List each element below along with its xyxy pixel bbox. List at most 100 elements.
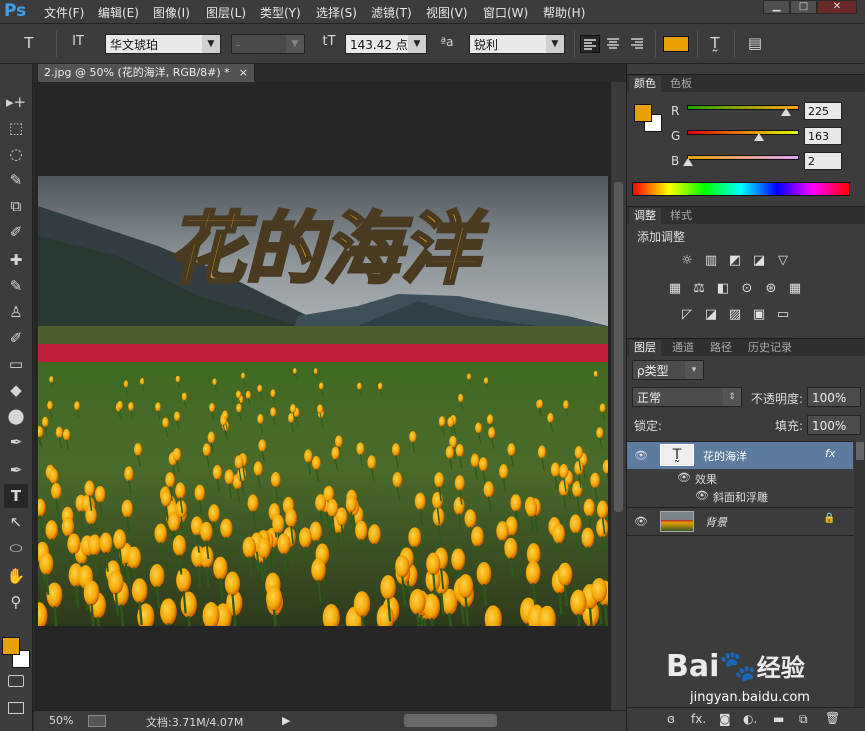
healing-brush-tool-icon[interactable]: ✚ bbox=[4, 248, 28, 272]
menu-view[interactable]: 视图(V) bbox=[426, 4, 468, 21]
new-group-icon[interactable]: ▬ bbox=[773, 712, 784, 726]
marquee-tool-icon[interactable]: ⬚ bbox=[4, 116, 28, 140]
color-spectrum-bar[interactable] bbox=[632, 182, 850, 196]
eyedropper-tool-icon[interactable]: ✐ bbox=[4, 220, 28, 244]
menu-select[interactable]: 选择(S) bbox=[316, 4, 357, 21]
antialias-select[interactable]: 锐利 ▼ bbox=[469, 34, 565, 54]
tab-styles[interactable]: 样式 bbox=[665, 208, 697, 225]
channel-b-input[interactable]: 2 bbox=[804, 152, 842, 170]
gradient-tool-icon[interactable]: ◆ bbox=[4, 378, 28, 402]
layer-bevel-row[interactable]: 👁 斜面和浮雕 bbox=[627, 487, 853, 505]
warp-text-icon[interactable]: T̰ bbox=[704, 34, 726, 52]
path-select-tool-icon[interactable]: ↖ bbox=[4, 510, 28, 534]
crop-tool-icon[interactable]: ⧉ bbox=[4, 194, 28, 218]
layers-scrollbar[interactable] bbox=[854, 442, 865, 707]
tab-paths[interactable]: 路径 bbox=[705, 340, 737, 357]
color-balance-adjustment-icon[interactable]: ⚖ bbox=[691, 282, 707, 296]
ellipse-tool-icon[interactable]: ⬭ bbox=[4, 536, 28, 560]
slider-handle[interactable] bbox=[683, 158, 694, 166]
tab-color[interactable]: 颜色 bbox=[629, 76, 661, 93]
fx-badge[interactable]: fx bbox=[825, 447, 835, 460]
menu-help[interactable]: 帮助(H) bbox=[543, 4, 585, 21]
document-tab[interactable]: 2.jpg @ 50% (花的海洋, RGB/8#) * × bbox=[37, 63, 255, 82]
horizontal-scrollbar-thumb[interactable] bbox=[404, 714, 497, 727]
font-style-select[interactable]: - ▼ bbox=[231, 34, 305, 54]
tab-swatches[interactable]: 色板 bbox=[665, 76, 697, 93]
selective-color-adjustment-icon[interactable]: ▭ bbox=[775, 308, 791, 322]
dodge-tool-icon[interactable]: ✒ bbox=[4, 430, 28, 454]
layer-filter-select[interactable]: ρ类型 ▾ bbox=[632, 360, 704, 380]
align-right-button[interactable] bbox=[628, 35, 648, 53]
visibility-eye-icon[interactable]: 👁 bbox=[695, 489, 709, 502]
lasso-tool-icon[interactable]: ◌ bbox=[4, 142, 28, 166]
eraser-tool-icon[interactable]: ▭ bbox=[4, 352, 28, 376]
link-layers-icon[interactable]: ɞ bbox=[667, 712, 675, 726]
text-orientation-icon[interactable]: IT bbox=[64, 34, 92, 49]
channel-g-input[interactable]: 163 bbox=[804, 127, 842, 145]
fill-input[interactable]: 100% bbox=[807, 415, 861, 435]
invert-adjustment-icon[interactable]: ◸ bbox=[679, 308, 695, 322]
channel-mixer-adjustment-icon[interactable]: ⊛ bbox=[763, 282, 779, 296]
status-icon[interactable] bbox=[88, 715, 106, 727]
exposure-adjustment-icon[interactable]: ◪ bbox=[751, 254, 767, 268]
minimize-button[interactable]: ▁ bbox=[763, 0, 790, 14]
quick-select-tool-icon[interactable]: ✎ bbox=[4, 168, 28, 192]
tab-layers[interactable]: 图层 bbox=[629, 340, 661, 357]
visibility-eye-icon[interactable]: 👁 bbox=[634, 515, 648, 528]
menu-edit[interactable]: 编辑(E) bbox=[98, 4, 139, 21]
quick-mask-icon[interactable] bbox=[8, 675, 24, 687]
visibility-eye-icon[interactable]: 👁 bbox=[634, 449, 648, 462]
layer-row-text[interactable]: 👁 T̰ 花的海洋 fx bbox=[627, 442, 853, 469]
threshold-adjustment-icon[interactable]: ▨ bbox=[727, 308, 743, 322]
menu-filter[interactable]: 滤镜(T) bbox=[371, 4, 412, 21]
channel-g-slider[interactable] bbox=[687, 130, 799, 135]
clone-stamp-tool-icon[interactable]: ♙ bbox=[4, 300, 28, 324]
history-brush-tool-icon[interactable]: ✐ bbox=[4, 326, 28, 350]
blur-tool-icon[interactable]: ⬤ bbox=[4, 404, 28, 428]
delete-layer-icon[interactable]: 🗑 bbox=[825, 711, 840, 725]
text-color-swatch[interactable] bbox=[663, 36, 689, 52]
channel-b-slider[interactable] bbox=[687, 155, 799, 160]
zoom-tool-icon[interactable]: ⚲ bbox=[4, 590, 28, 614]
tab-history[interactable]: 历史记录 bbox=[743, 340, 797, 357]
zoom-level[interactable]: 50% bbox=[49, 714, 73, 727]
move-tool-icon[interactable]: ▸+ bbox=[4, 90, 28, 114]
menu-layer[interactable]: 图层(L) bbox=[206, 4, 246, 21]
slider-handle[interactable] bbox=[753, 133, 764, 141]
align-left-button[interactable] bbox=[580, 35, 600, 53]
brush-tool-icon[interactable]: ✎ bbox=[4, 274, 28, 298]
add-mask-icon[interactable]: ◙ bbox=[719, 712, 731, 726]
panel-foreground-swatch[interactable] bbox=[634, 104, 652, 122]
menu-image[interactable]: 图像(I) bbox=[153, 4, 190, 21]
slider-handle[interactable] bbox=[780, 108, 791, 116]
close-icon[interactable]: × bbox=[239, 64, 248, 82]
align-center-button[interactable] bbox=[604, 35, 624, 53]
menu-file[interactable]: 文件(F) bbox=[44, 4, 84, 21]
status-menu-arrow[interactable]: ▶ bbox=[282, 714, 290, 727]
blend-mode-select[interactable]: 正常 ⇕ bbox=[632, 387, 742, 407]
tab-channels[interactable]: 通道 bbox=[667, 340, 699, 357]
curves-adjustment-icon[interactable]: ◩ bbox=[727, 254, 743, 268]
posterize-adjustment-icon[interactable]: ◪ bbox=[703, 308, 719, 322]
close-button[interactable]: ✕ bbox=[817, 0, 857, 14]
menu-window[interactable]: 窗口(W) bbox=[483, 4, 528, 21]
photo-filter-adjustment-icon[interactable]: ⊙ bbox=[739, 282, 755, 296]
font-size-select[interactable]: 143.42 点 ▼ bbox=[345, 34, 427, 54]
hue-sat-adjustment-icon[interactable]: ▦ bbox=[667, 282, 683, 296]
tab-adjustments[interactable]: 调整 bbox=[629, 208, 661, 225]
black-white-adjustment-icon[interactable]: ◧ bbox=[715, 282, 731, 296]
gradient-map-adjustment-icon[interactable]: ▣ bbox=[751, 308, 767, 322]
channel-r-input[interactable]: 225 bbox=[804, 102, 842, 120]
font-family-select[interactable]: 华文琥珀 ▼ bbox=[105, 34, 221, 54]
vibrance-adjustment-icon[interactable]: ▽ bbox=[775, 254, 791, 268]
visibility-eye-icon[interactable]: 👁 bbox=[677, 471, 691, 484]
brightness-adjustment-icon[interactable]: ☼ bbox=[679, 254, 695, 268]
levels-adjustment-icon[interactable]: ▥ bbox=[703, 254, 719, 268]
maximize-button[interactable]: □ bbox=[790, 0, 817, 14]
vertical-scrollbar[interactable] bbox=[610, 82, 626, 710]
hand-tool-icon[interactable]: ✋ bbox=[4, 564, 28, 588]
add-style-icon[interactable]: fx. bbox=[691, 712, 706, 726]
screen-mode-icon[interactable] bbox=[8, 702, 24, 714]
new-layer-icon[interactable]: ⧉ bbox=[799, 712, 808, 727]
layer-row-background[interactable]: 👁 背景 🔒 bbox=[627, 508, 853, 535]
